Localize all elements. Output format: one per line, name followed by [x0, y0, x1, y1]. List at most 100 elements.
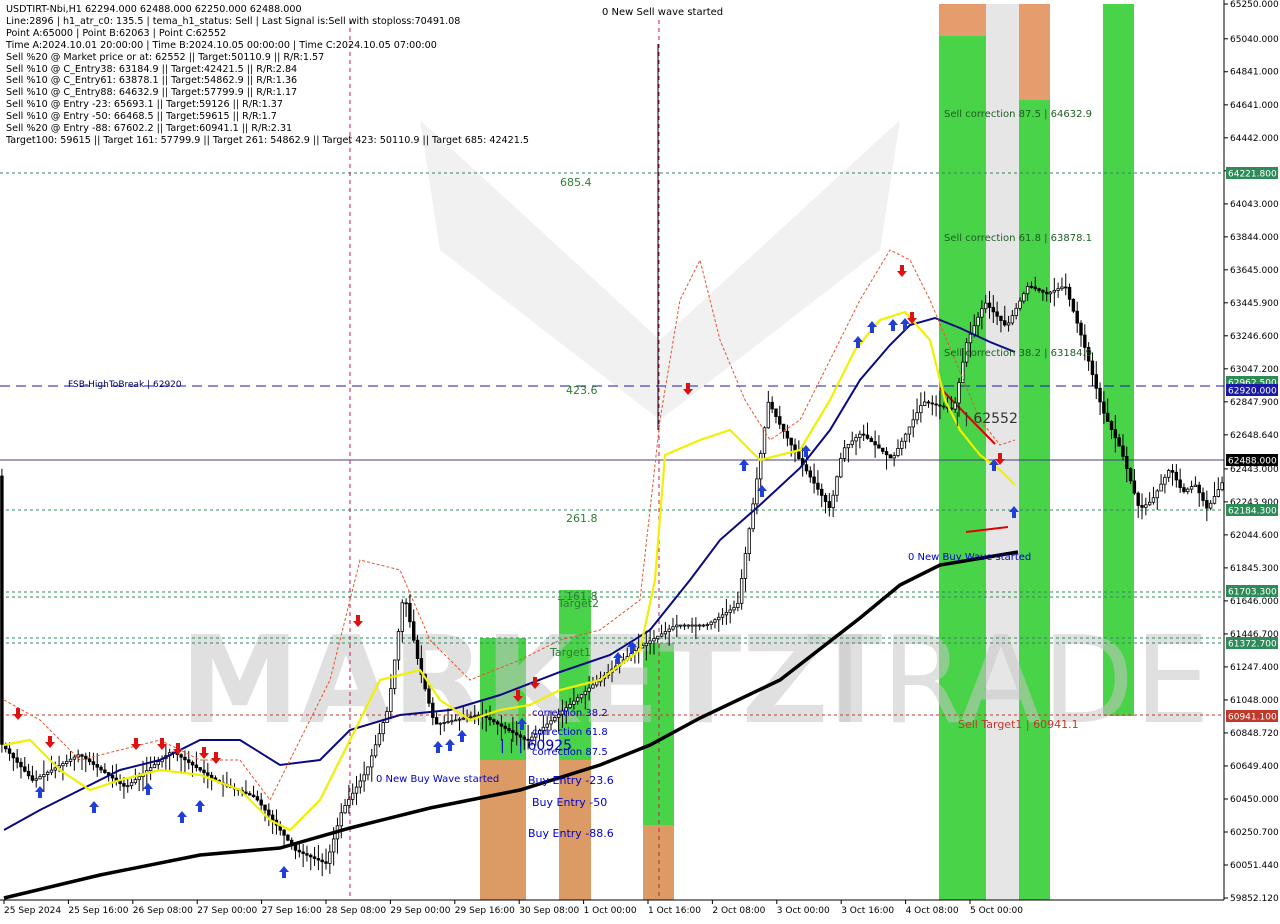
chart-annotation: Sell Target1 | 60941.1 [958, 718, 1079, 731]
candle-body [339, 812, 343, 827]
candle-body [846, 443, 851, 449]
y-tick-label: 63645.000 [1230, 266, 1279, 276]
candle-body [678, 624, 683, 627]
candle-body [1132, 480, 1137, 494]
candle-body [305, 853, 309, 856]
candle-body [1125, 455, 1129, 470]
candle-body [316, 858, 321, 861]
candle-body [1044, 291, 1049, 295]
candle-body [248, 793, 252, 796]
chart-annotation: 261.8 [566, 512, 598, 525]
candle-body [259, 799, 263, 806]
y-tick-label: 60450.000 [1230, 795, 1279, 805]
candle-body [671, 626, 675, 630]
y-tick-label: 61646.000 [1230, 597, 1279, 607]
candle-body [1155, 490, 1159, 499]
candle-body [156, 761, 160, 766]
candle-body [911, 419, 915, 428]
candle-body [839, 458, 843, 478]
candle-body [983, 302, 988, 310]
candle-body [682, 624, 687, 627]
candle-body [873, 441, 877, 446]
candle-body [49, 769, 54, 773]
candle-body [507, 727, 511, 731]
candle-body [976, 316, 980, 327]
candle-body [297, 849, 302, 853]
x-tick-label: 5 Oct 00:00 [970, 906, 1023, 916]
candle-body [720, 614, 725, 618]
candle-body [1193, 484, 1198, 487]
candle-body [331, 838, 336, 853]
candle-body [469, 716, 473, 719]
price-label: 61703.300 [1228, 588, 1277, 598]
candle-body [1121, 445, 1125, 457]
candle-body [789, 437, 793, 446]
candle-body [728, 609, 732, 613]
candle-body [312, 856, 317, 859]
candle-body [26, 770, 31, 777]
candle-body [126, 785, 130, 788]
chart-container[interactable]: MARKETZI TRADE 0 New Sell wave started 68… [0, 0, 1280, 920]
candle-body [724, 611, 729, 616]
candle-body [1208, 502, 1213, 509]
candle-body [1094, 374, 1098, 389]
candle-body [53, 767, 57, 771]
chart-annotation: Buy Entry -23.6 [528, 774, 614, 787]
chart-annotation: correction 61.8 [532, 727, 608, 738]
candle-body [30, 775, 35, 781]
candle-body [1025, 286, 1030, 295]
candle-body [392, 659, 397, 690]
candle-body [797, 451, 801, 459]
candle-body [385, 711, 389, 723]
candle-body [888, 454, 893, 459]
x-tick-label: 3 Oct 00:00 [777, 906, 830, 916]
candle-body [251, 794, 256, 798]
candle-body [351, 792, 355, 800]
candle-body [206, 772, 210, 776]
candle-body [549, 720, 553, 725]
candle-body [68, 758, 73, 762]
price-label: 64221.800 [1228, 170, 1277, 180]
candle-body [785, 430, 790, 439]
candle-body [644, 642, 649, 647]
candle-body [446, 721, 450, 723]
chart-annotation: FSB-HighToBreak | 62920 [68, 380, 182, 390]
candle-body [1041, 290, 1045, 293]
candle-body [324, 861, 328, 864]
candle-body [492, 719, 496, 723]
y-tick-label: 64442.000 [1230, 134, 1279, 144]
candle-body [473, 715, 477, 718]
candle-body [198, 767, 202, 771]
y-tick-label: 61048.000 [1230, 696, 1279, 706]
candle-body [1128, 468, 1133, 482]
candle-body [1186, 488, 1190, 493]
candle-body [103, 769, 107, 774]
candle-body [934, 403, 938, 406]
x-tick-label: 30 Sep 08:00 [519, 906, 579, 916]
candle-body [396, 630, 401, 661]
candle-body [991, 307, 996, 313]
chart-annotation: | | 62552 [955, 411, 1018, 427]
info-line: Sell %20 @ Entry -88: 67602.2 || Target:… [6, 123, 293, 134]
candle-body [1022, 293, 1026, 302]
price-label: 62920.000 [1228, 387, 1277, 397]
candle-body [495, 721, 500, 725]
y-tick-label: 60848.720 [1230, 729, 1279, 739]
candle-body [1003, 320, 1007, 326]
candle-body [1083, 334, 1087, 348]
candle-body [87, 758, 92, 763]
candle-body [591, 684, 595, 689]
candle-body [942, 405, 946, 408]
candle-body [690, 624, 694, 627]
candle-body [514, 732, 519, 736]
candle-body [366, 766, 370, 776]
candle-body [858, 433, 862, 438]
candle-body [1060, 286, 1064, 290]
x-tick-label: 25 Sep 2024 [4, 906, 61, 916]
x-tick-label: 26 Sep 08:00 [133, 906, 193, 916]
candle-body [881, 447, 885, 452]
candle-body [270, 814, 275, 821]
candle-body [511, 730, 515, 734]
price-label: 60941.100 [1228, 713, 1277, 723]
candle-body [34, 778, 38, 781]
